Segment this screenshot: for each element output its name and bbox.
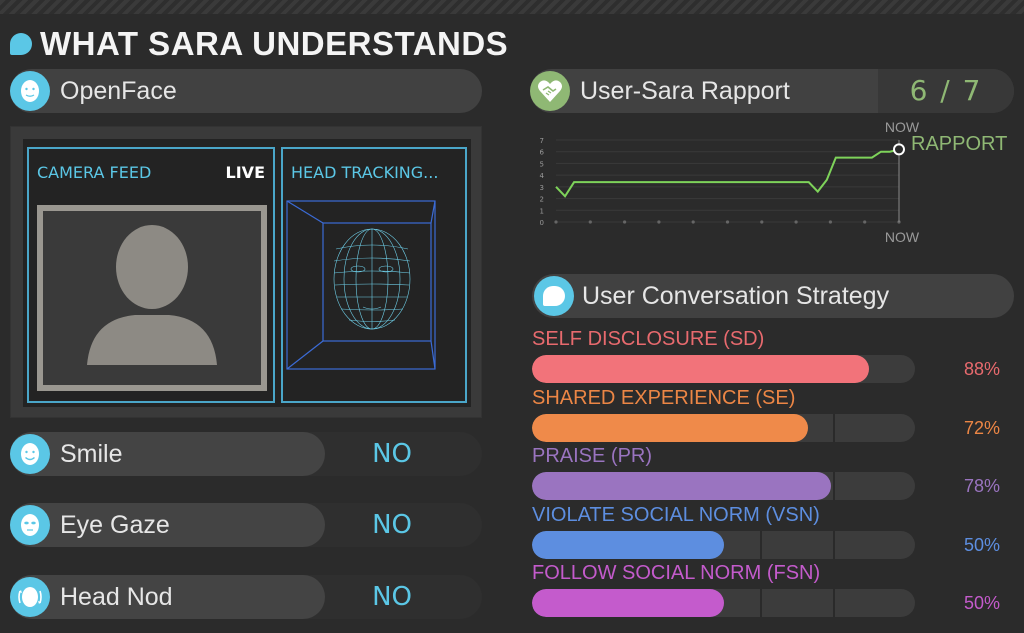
x-axis-dot (554, 220, 558, 224)
strategy-bar-tick (759, 530, 762, 559)
strategy-percent: 88% (963, 359, 1000, 379)
x-axis-dot (623, 220, 627, 224)
strategy-bar-tick (832, 530, 835, 559)
eye-gaze-label: Eye Gaze (60, 510, 170, 539)
strategy-bar-track (532, 413, 915, 442)
chart-now-bottom: NOW (885, 229, 920, 245)
strategy-bar-tick (832, 472, 835, 500)
strategy-bar-track (532, 472, 915, 500)
x-axis-dot (828, 220, 832, 224)
rapport-chart: 01234567 NOW NOW RAPPORT (540, 119, 1008, 245)
strategy-percent: 50% (963, 534, 1000, 555)
rapport-current-point (893, 143, 905, 156)
y-tick-label: 4 (540, 172, 545, 180)
y-tick-label: 2 (540, 196, 544, 204)
smile-label: Smile (60, 439, 123, 468)
y-tick-label: 1 (540, 207, 544, 215)
openface-header: OpenFace (10, 69, 482, 113)
chat-bubble-icon-strategy (534, 276, 574, 316)
page-title-text: WHAT SARA UNDERSTANDS (40, 25, 509, 62)
live-indicator: LIVE (225, 163, 265, 182)
strategy-header: User Conversation Strategy (532, 274, 1014, 318)
eye-gaze-row: Eye Gaze NO (10, 503, 482, 547)
smile-face-icon (10, 434, 50, 474)
x-axis-dot (657, 220, 661, 224)
strategy-bar-fill (532, 589, 724, 617)
strategy-item-label: FOLLOW SOCIAL NORM (FSN) (532, 562, 821, 584)
y-tick-label: 0 (540, 219, 544, 227)
openface-panel: CAMERA FEED LIVE HEAD TRACKING... (10, 126, 482, 418)
head-tracking-label: HEAD TRACKING... (291, 163, 439, 182)
camera-frame (37, 205, 267, 391)
face-icon (10, 71, 50, 111)
strategy-bar-tick (759, 589, 762, 617)
rapport-series-label: RAPPORT (911, 133, 1007, 155)
user-silhouette-icon (43, 211, 261, 385)
strategy-bar-track (532, 530, 915, 559)
x-axis-dot (794, 220, 798, 224)
x-axis-dot (863, 220, 867, 224)
eye-gaze-label-pill: Eye Gaze (10, 503, 325, 547)
strategy-bar-track (532, 589, 915, 617)
smile-value: NO (372, 439, 412, 469)
head-nod-icon (10, 577, 50, 617)
strategy-bar-tick (832, 413, 835, 442)
chat-bubble-icon (10, 33, 32, 55)
head-mesh-icon (286, 200, 436, 370)
x-axis-dot (691, 220, 695, 224)
strategy-bar-fill (532, 413, 808, 442)
strategy-item-label: PRAISE (PR) (532, 445, 653, 467)
strategy-bar-tick (832, 589, 835, 617)
y-tick-label: 5 (540, 160, 544, 168)
head-tracking-panel: HEAD TRACKING... (281, 147, 467, 403)
strategy-bar-fill (532, 472, 831, 500)
strategy-bar-fill (532, 355, 870, 383)
page-title: WHAT SARA UNDERSTANDS (10, 24, 508, 64)
rapport-label: User-Sara Rapport (580, 76, 790, 105)
rapport-series-line (555, 148, 900, 198)
rapport-score: 6 / 7 (909, 74, 983, 107)
smile-label-pill: Smile (10, 432, 325, 476)
x-axis-dot (588, 220, 592, 224)
y-tick-label: 3 (540, 184, 544, 192)
openface-panel-inner: CAMERA FEED LIVE HEAD TRACKING... (23, 139, 471, 407)
y-tick-label: 6 (540, 149, 545, 157)
strategy-item-label: SELF DISCLOSURE (SD) (532, 328, 765, 350)
strategy-item-label: VIOLATE SOCIAL NORM (VSN) (532, 503, 820, 526)
eye-gaze-value: NO (372, 510, 412, 540)
eye-gaze-face-icon (10, 505, 50, 545)
strategy-bar-track (532, 355, 915, 383)
head-nod-label-pill: Head Nod (10, 575, 325, 619)
head-nod-label: Head Nod (60, 582, 173, 611)
camera-feed: CAMERA FEED LIVE (27, 147, 275, 403)
strategy-item-label: SHARED EXPERIENCE (SE) (532, 386, 796, 409)
smile-row: Smile NO (10, 432, 482, 476)
x-axis-dot (760, 220, 764, 224)
head-nod-value: NO (372, 582, 412, 612)
camera-feed-label: CAMERA FEED (37, 163, 152, 182)
openface-label: OpenFace (60, 76, 177, 105)
strategy-percent: 50% (963, 593, 1000, 613)
strategy-label: User Conversation Strategy (582, 281, 890, 310)
top-stripe (0, 0, 1024, 14)
strategy-bar-fill (532, 530, 724, 559)
y-tick-label: 7 (540, 137, 544, 145)
strategy-percent: 78% (963, 476, 1000, 496)
head-nod-row: Head Nod NO (10, 575, 482, 619)
handshake-heart-icon (530, 71, 570, 111)
strategy-percent: 72% (963, 417, 1000, 438)
x-axis-dot (725, 220, 730, 224)
